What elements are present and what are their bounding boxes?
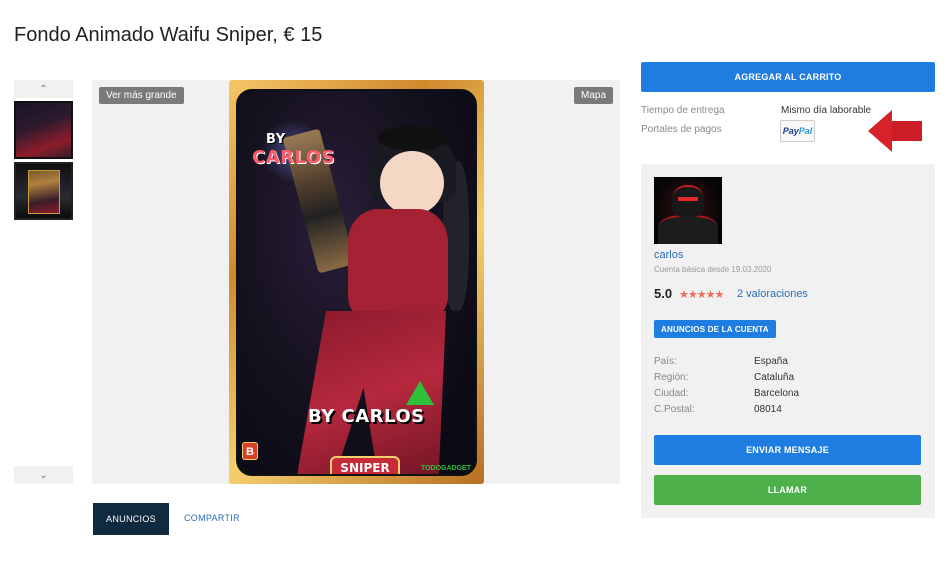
delivery-time-label: Tiempo de entrega [641, 105, 725, 116]
card-b-badge: B [242, 442, 258, 460]
image-viewer: Ver más grande Mapa BY CARLOS BY CARLOS … [92, 80, 620, 484]
delivery-time-value: Mismo día laborable [781, 105, 872, 116]
map-button[interactable]: Mapa [573, 87, 613, 104]
chevron-up-icon: ⌃ [39, 83, 48, 95]
city-label: Ciudad: [654, 388, 689, 399]
thumbnail-rail: ⌃ ⌄ [13, 80, 74, 484]
region-value: Cataluña [754, 372, 795, 383]
country-label: País: [654, 356, 677, 367]
tab-anuncios[interactable]: ANUNCIOS [93, 503, 169, 535]
paypal-logo-icon: Pay Pal [780, 120, 815, 142]
card-sniper-tag: SNIPER [330, 456, 400, 474]
view-larger-button[interactable]: Ver más grande [99, 87, 184, 104]
seller-rating: 5.0 [654, 286, 673, 301]
reviews-link[interactable]: 2 valoraciones [737, 288, 808, 300]
add-to-cart-button[interactable]: AGREGAR AL CARRITO [641, 62, 935, 92]
thumbnail-1[interactable] [13, 100, 74, 160]
postal-code-value: 08014 [754, 404, 782, 415]
send-message-button[interactable]: ENVIAR MENSAJE [654, 435, 921, 465]
seller-avatar[interactable] [654, 177, 722, 244]
account-ads-button[interactable]: ANUNCIOS DE LA CUENTA [654, 320, 776, 338]
call-button[interactable]: LLAMAR [654, 475, 921, 505]
thumbnails-down-button[interactable]: ⌄ [14, 466, 73, 484]
seller-name-link[interactable]: carlos [654, 249, 683, 261]
thumbnail-2[interactable] [14, 162, 73, 220]
card-watermark: TODOGADGET [420, 465, 471, 472]
city-value: Barcelona [754, 388, 800, 399]
main-product-image[interactable]: BY CARLOS BY CARLOS B SNIPER TODOGADGET [229, 80, 484, 484]
region-label: Región: [654, 372, 689, 383]
seller-since: Cuenta básica desde 19.03.2020 [654, 265, 772, 274]
star-rating-icon: ★★★★★ [679, 289, 724, 301]
red-arrow-icon [868, 110, 922, 152]
payment-portals-label: Portales de pagos [641, 124, 722, 135]
seller-panel: carlos Cuenta básica desde 19.03.2020 5.… [641, 164, 935, 518]
card-bottom-text: BY CARLOS [308, 406, 425, 427]
postal-code-label: C.Postal: [654, 404, 695, 415]
tab-compartir[interactable]: COMPARTIR [184, 513, 240, 523]
thumbnails-up-button[interactable]: ⌃ [14, 80, 73, 98]
card-top-text: BY CARLOS [252, 132, 336, 168]
country-value: España [754, 356, 788, 367]
chevron-down-icon: ⌄ [39, 469, 48, 481]
listing-title: Fondo Animado Waifu Sniper, € 15 [14, 24, 323, 46]
